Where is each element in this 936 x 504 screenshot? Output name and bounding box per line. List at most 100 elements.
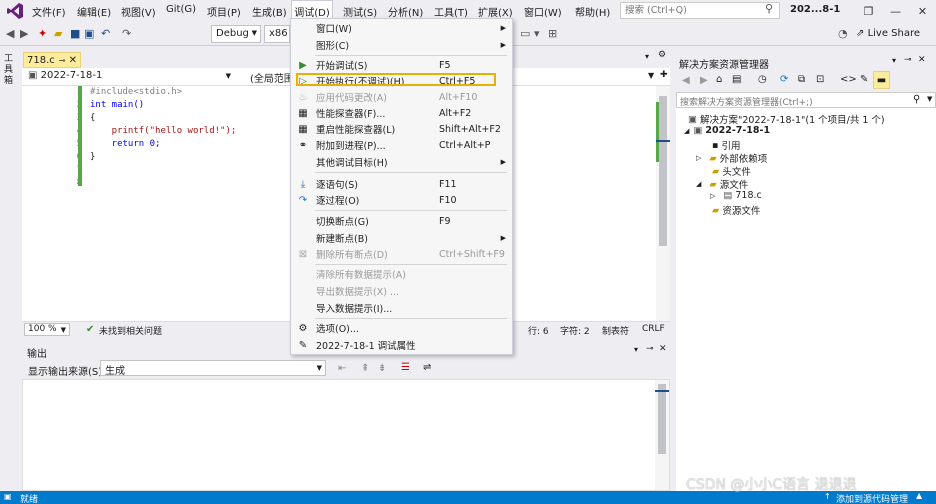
tree-external-deps[interactable]: ▷ ▰ 外部依赖项 bbox=[696, 151, 767, 166]
menu-extensions[interactable]: 扩展(X) bbox=[478, 4, 513, 19]
restore-icon[interactable]: ❐ bbox=[855, 0, 882, 22]
menu-item-options[interactable]: ⚙ 选项(O)... bbox=[291, 320, 512, 336]
menu-item-other-debug-targets[interactable]: 其他调试目标(H) ▶ bbox=[291, 154, 512, 170]
tab-overflow-icon[interactable]: ▾ bbox=[645, 52, 649, 61]
tree-references[interactable]: ▪ 引用 bbox=[712, 138, 740, 153]
tree-sources[interactable]: ◢ ▰ 源文件 bbox=[696, 177, 748, 192]
undo-icon[interactable]: ↶ bbox=[101, 27, 110, 40]
pin-icon[interactable]: ⊸ bbox=[646, 344, 654, 354]
new-project-icon[interactable]: ✦ bbox=[38, 27, 47, 40]
issues-label[interactable]: 未找到相关问题 bbox=[99, 324, 162, 337]
chevron-down-icon[interactable]: ▾ bbox=[892, 56, 896, 65]
menu-item-start-debugging[interactable]: ▶ 开始调试(S) F5 bbox=[291, 57, 512, 73]
next-message-icon[interactable]: ⇟ bbox=[378, 363, 386, 374]
menu-item-import-datatips[interactable]: 导入数据提示(I)... bbox=[291, 300, 512, 316]
show-all-files-icon[interactable]: ⊡ bbox=[816, 74, 824, 85]
tab-718-c[interactable]: 718.c ⊸ ✕ bbox=[23, 52, 81, 68]
menu-view[interactable]: 视图(V) bbox=[121, 4, 156, 19]
collapse-all-icon[interactable]: ⧉ bbox=[798, 74, 805, 85]
menu-project[interactable]: 项目(P) bbox=[207, 4, 241, 19]
output-source-select[interactable]: 生成 ▼ bbox=[100, 360, 326, 377]
menu-item-toggle-breakpoint[interactable]: 切换断点(G) F9 bbox=[291, 213, 512, 229]
menu-item-export-datatips[interactable]: 导出数据提示(X) ... bbox=[291, 283, 512, 299]
open-folder-icon[interactable]: ▰ bbox=[54, 27, 62, 40]
tree-project[interactable]: ◢ ▣ 2022-7-18-1 bbox=[684, 125, 770, 136]
tree-headers[interactable]: ▰ 头文件 bbox=[712, 164, 751, 179]
menu-item-step-into[interactable]: ⤓ 逐语句(S) F11 bbox=[291, 176, 512, 192]
menu-file[interactable]: 文件(F) bbox=[32, 4, 66, 19]
menu-item-attach-to-process[interactable]: ⚭ 附加到进程(P)... Ctrl+Alt+P bbox=[291, 137, 512, 153]
pending-changes-icon[interactable]: ◷ bbox=[758, 74, 767, 85]
zoom-select[interactable]: 100 % ▼ bbox=[24, 323, 70, 336]
menu-item-clear-datatips[interactable]: 清除所有数据提示(A) bbox=[291, 266, 512, 282]
toolbox-tab[interactable]: 工具箱 bbox=[4, 54, 16, 87]
chevron-down-icon[interactable]: ▼ bbox=[927, 95, 932, 103]
close-icon[interactable]: ✕ bbox=[918, 55, 926, 65]
menu-item-window[interactable]: 窗口(W) ▶ bbox=[291, 20, 512, 36]
properties-icon[interactable]: ✎ bbox=[860, 74, 868, 85]
previous-message-icon[interactable]: ⇞ bbox=[361, 363, 369, 374]
toolbar-icon-c[interactable]: ⊞ bbox=[548, 27, 557, 40]
config-select[interactable]: Debug ▼ bbox=[211, 25, 261, 43]
menu-item-new-breakpoint[interactable]: 新建断点(B) ▶ bbox=[291, 230, 512, 246]
search-input[interactable]: 搜索 (Ctrl+Q) bbox=[620, 2, 780, 19]
menu-git[interactable]: Git(G) bbox=[166, 4, 196, 15]
menu-build[interactable]: 生成(B) bbox=[252, 4, 287, 19]
platform-select[interactable]: x86 bbox=[264, 25, 290, 43]
editor-scrollbar[interactable] bbox=[656, 86, 670, 321]
menu-item-step-over[interactable]: ↷ 逐过程(O) F10 bbox=[291, 192, 512, 208]
save-icon[interactable]: ■ bbox=[70, 27, 80, 40]
menu-test[interactable]: 测试(S) bbox=[343, 4, 377, 19]
chevron-down-icon[interactable]: ▼ bbox=[648, 71, 654, 80]
switch-views-icon[interactable]: ▤ bbox=[732, 74, 741, 85]
account-icon[interactable]: ◔ bbox=[838, 27, 848, 40]
clear-all-icon[interactable]: ☰ bbox=[401, 362, 410, 373]
split-icon[interactable]: ✚ bbox=[660, 70, 668, 80]
pin-icon[interactable]: ⊸ bbox=[904, 55, 912, 65]
minimize-icon[interactable]: — bbox=[882, 0, 909, 22]
forward-icon[interactable]: ▶ bbox=[700, 75, 708, 86]
menu-analyze[interactable]: 分析(N) bbox=[388, 4, 423, 19]
live-share-button[interactable]: ⇗ Live Share bbox=[856, 28, 920, 39]
menu-item-debug-properties[interactable]: ✎ 2022-7-18-1 调试属性 bbox=[291, 337, 512, 353]
pin-icon[interactable]: ⊸ bbox=[59, 56, 66, 65]
menu-edit[interactable]: 编辑(E) bbox=[77, 4, 111, 19]
home-icon[interactable]: ⌂ bbox=[716, 74, 722, 85]
toolbar-icon-b[interactable]: ▾ bbox=[534, 27, 540, 40]
back-icon[interactable]: ◀ bbox=[6, 27, 14, 40]
scroll-thumb[interactable] bbox=[659, 96, 667, 246]
menu-item-restart-profiler[interactable]: ▦ 重启性能探查器(L) Shift+Alt+F2 bbox=[291, 121, 512, 137]
menu-item-performance-profiler[interactable]: ▦ 性能探查器(F)... Alt+F2 bbox=[291, 105, 512, 121]
toolbar-icon-a[interactable]: ▭ bbox=[520, 27, 530, 40]
chevron-down-icon[interactable]: ▾ bbox=[634, 345, 638, 354]
menu-help[interactable]: 帮助(H) bbox=[575, 4, 610, 19]
chevron-up-icon[interactable]: ▲ bbox=[916, 491, 922, 500]
menu-item-delete-all-breakpoints[interactable]: ⊠ 删除所有断点(D) Ctrl+Shift+F9 bbox=[291, 246, 512, 262]
eol-indicator[interactable]: CRLF bbox=[642, 324, 665, 334]
tabs-indicator[interactable]: 制表符 bbox=[602, 324, 629, 337]
close-icon[interactable]: ✕ bbox=[909, 0, 936, 22]
settings-icon[interactable]: ⚙ bbox=[658, 50, 666, 60]
visual-studio-logo-icon[interactable] bbox=[6, 2, 24, 20]
menu-window[interactable]: 窗口(W) bbox=[524, 4, 562, 19]
global-scope-select[interactable]: (全局范围 bbox=[246, 69, 294, 85]
back-icon[interactable]: ◀ bbox=[682, 75, 690, 86]
save-all-icon[interactable]: ▣ bbox=[84, 27, 94, 40]
close-icon[interactable]: ✕ bbox=[659, 344, 667, 354]
close-icon[interactable]: ✕ bbox=[69, 55, 77, 66]
scroll-thumb[interactable] bbox=[658, 384, 666, 454]
output-text-area[interactable] bbox=[22, 379, 670, 491]
preview-icon[interactable]: <> bbox=[840, 74, 857, 85]
solution-explorer-search[interactable]: 搜索解决方案资源管理器(Ctrl+;) ⚲ ▼ bbox=[676, 92, 936, 108]
menu-item-apply-code-changes[interactable]: ♨ 应用代码更改(A) Alt+F10 bbox=[291, 89, 512, 105]
sync-icon[interactable]: ⟳ bbox=[780, 74, 788, 85]
pin-selected-icon[interactable]: ▬ bbox=[873, 71, 890, 89]
tree-resources[interactable]: ▰ 资源文件 bbox=[712, 203, 760, 218]
output-scrollbar[interactable] bbox=[655, 380, 669, 490]
find-message-icon[interactable]: ⇤ bbox=[338, 363, 346, 374]
tree-file-718c[interactable]: ▷ ▤ 718.c bbox=[710, 190, 762, 201]
redo-icon[interactable]: ↷ bbox=[122, 27, 131, 40]
word-wrap-icon[interactable]: ⇌ bbox=[423, 362, 431, 373]
tree-solution[interactable]: ▣ 解决方案"2022-7-18-1"(1 个项目/共 1 个) bbox=[688, 112, 885, 127]
menu-tools[interactable]: 工具(T) bbox=[434, 4, 468, 19]
